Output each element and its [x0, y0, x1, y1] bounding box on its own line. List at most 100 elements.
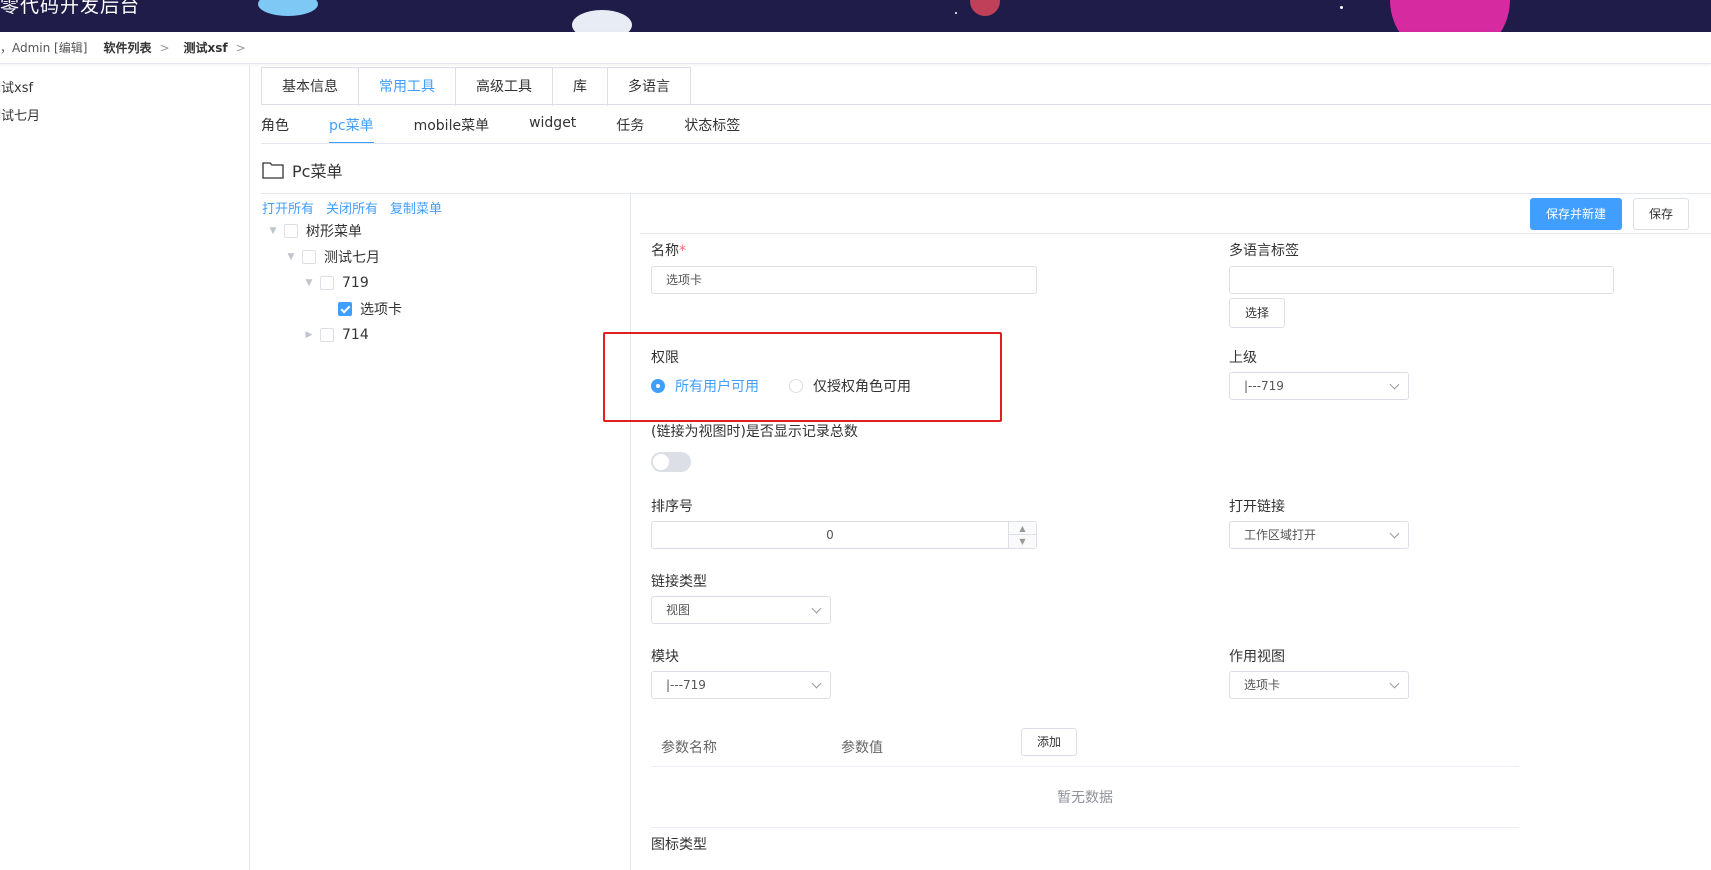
stepper-controls: ▲ ▼ [1008, 522, 1036, 548]
empty-state: 暂无数据 [651, 768, 1519, 828]
caret-right-icon[interactable]: ▶ [304, 330, 314, 340]
planet-decoration [1390, 0, 1510, 32]
tree-actions: 打开所有 关闭所有 复制菜单 [262, 198, 454, 217]
copy-menu-button[interactable]: 复制菜单 [390, 198, 442, 217]
tree-node-label: 树形菜单 [306, 224, 362, 240]
radio-label: 所有用户可用 [675, 379, 759, 395]
choose-button[interactable]: 选择 [1229, 298, 1285, 328]
chevron-down-icon [811, 678, 822, 689]
chevron-down-icon [1389, 379, 1400, 390]
tree-node[interactable]: ▶ 714 [304, 325, 369, 345]
tree-node[interactable]: ▼ 树形菜单 [268, 221, 362, 241]
checkbox[interactable] [284, 224, 298, 238]
tab-basic-info[interactable]: 基本信息 [262, 68, 359, 106]
checkbox[interactable] [302, 250, 316, 264]
radio-label: 仅授权角色可用 [813, 379, 911, 395]
tab-library[interactable]: 库 [553, 68, 608, 106]
sidebar-item-xsf[interactable]: 测试xsf [0, 77, 33, 96]
tree-node[interactable]: ▼ 719 [304, 273, 369, 293]
divider [261, 193, 1711, 194]
star-decoration [1340, 6, 1343, 9]
tree-node[interactable]: 选项卡 [322, 299, 402, 319]
subtab-mobile-menu[interactable]: mobile菜单 [414, 110, 489, 144]
section-header: Pc菜单 [262, 158, 342, 182]
breadcrumb-separator: > [235, 40, 246, 55]
expand-all-button[interactable]: 打开所有 [262, 198, 314, 217]
tree-node-label: 719 [342, 275, 369, 291]
name-field[interactable]: 选项卡 [651, 266, 1037, 294]
chevron-down-icon [1389, 528, 1400, 539]
radio-dot[interactable] [651, 379, 665, 393]
link-type-select[interactable]: 视图 [651, 596, 831, 624]
subtab-pc-menu[interactable]: pc菜单 [329, 110, 374, 144]
cloud-decoration [258, 0, 318, 16]
divider [630, 193, 631, 870]
tree-node-label: 714 [342, 327, 369, 343]
show-count-label: (链接为视图时)是否显示记录总数 [651, 424, 858, 440]
star-decoration [955, 12, 957, 14]
collapse-all-button[interactable]: 关闭所有 [326, 198, 378, 217]
breadcrumb-item[interactable]: 软件列表 [103, 39, 151, 56]
sidebar-item-july[interactable]: 测试七月 [0, 105, 40, 124]
divider [261, 143, 1711, 144]
subtab-status-tags[interactable]: 状态标签 [684, 110, 740, 144]
tree-node-label: 测试七月 [324, 250, 380, 266]
breadcrumb-item[interactable]: 测试xsf [184, 39, 228, 56]
tab-multilanguage[interactable]: 多语言 [608, 68, 690, 106]
open-link-label: 打开链接 [1229, 499, 1285, 515]
decrement-icon[interactable]: ▼ [1009, 535, 1036, 548]
subtab-widget[interactable]: widget [529, 110, 576, 144]
subtab-tasks[interactable]: 任务 [616, 110, 644, 144]
tab-common-tools[interactable]: 常用工具 [359, 68, 456, 106]
radio-all-users[interactable]: 所有用户可用 [651, 376, 759, 396]
folder-icon [262, 162, 284, 179]
subtab-roles[interactable]: 角色 [261, 110, 289, 144]
caret-down-icon[interactable]: ▼ [268, 226, 278, 236]
add-param-button[interactable]: 添加 [1021, 728, 1077, 756]
cloud-decoration [572, 10, 632, 32]
checkbox-checked[interactable] [338, 302, 352, 316]
sort-value[interactable]: 0 [652, 522, 1008, 548]
app-title: 零代码开发后台 [0, 0, 141, 17]
tree-node-label: 选项卡 [360, 302, 402, 318]
chevron-down-icon [811, 603, 822, 614]
breadcrumb: ，Admin [编辑] 软件列表 > 测试xsf > [0, 32, 1711, 64]
show-count-toggle[interactable] [651, 452, 691, 472]
view-select[interactable]: 选项卡 [1229, 671, 1409, 699]
icon-type-label: 图标类型 [651, 837, 707, 853]
tab-advanced-tools[interactable]: 高级工具 [456, 68, 553, 106]
checkbox[interactable] [320, 276, 334, 290]
sort-label: 排序号 [651, 499, 693, 515]
caret-down-icon[interactable]: ▼ [286, 252, 296, 262]
tree-node[interactable]: ▼ 测试七月 [286, 247, 380, 267]
checkbox[interactable] [320, 328, 334, 342]
params-table-header: 参数名称 参数值 [651, 727, 1519, 767]
open-link-select[interactable]: 工作区域打开 [1229, 521, 1409, 549]
module-select[interactable]: |---719 [651, 671, 831, 699]
header-banner: 零代码开发后台 [0, 0, 1711, 32]
module-label: 模块 [651, 649, 679, 665]
current-user[interactable]: ，Admin [编辑] [0, 39, 87, 56]
parent-label: 上级 [1229, 350, 1257, 366]
sort-stepper[interactable]: 0 ▲ ▼ [651, 521, 1037, 549]
radio-dot[interactable] [789, 379, 803, 393]
chevron-down-icon [1389, 678, 1400, 689]
planet-decoration [970, 0, 1000, 16]
radio-authorized-roles[interactable]: 仅授权角色可用 [789, 376, 911, 396]
view-label: 作用视图 [1229, 649, 1285, 665]
required-mark: * [679, 243, 686, 259]
link-type-label: 链接类型 [651, 574, 707, 590]
section-title: Pc菜单 [292, 162, 343, 181]
increment-icon[interactable]: ▲ [1009, 522, 1036, 535]
name-label: 名称* [651, 243, 686, 259]
save-and-new-button[interactable]: 保存并新建 [1530, 198, 1622, 230]
param-name-header: 参数名称 [661, 740, 717, 756]
save-button[interactable]: 保存 [1633, 198, 1689, 230]
caret-down-icon[interactable]: ▼ [304, 278, 314, 288]
param-value-header: 参数值 [841, 740, 883, 756]
parent-select[interactable]: |---719 [1229, 372, 1409, 400]
i18n-label: 多语言标签 [1229, 243, 1299, 259]
permission-label: 权限 [651, 350, 679, 366]
sidebar: 测试xsf 测试七月 [0, 65, 250, 870]
i18n-field[interactable] [1229, 266, 1614, 294]
